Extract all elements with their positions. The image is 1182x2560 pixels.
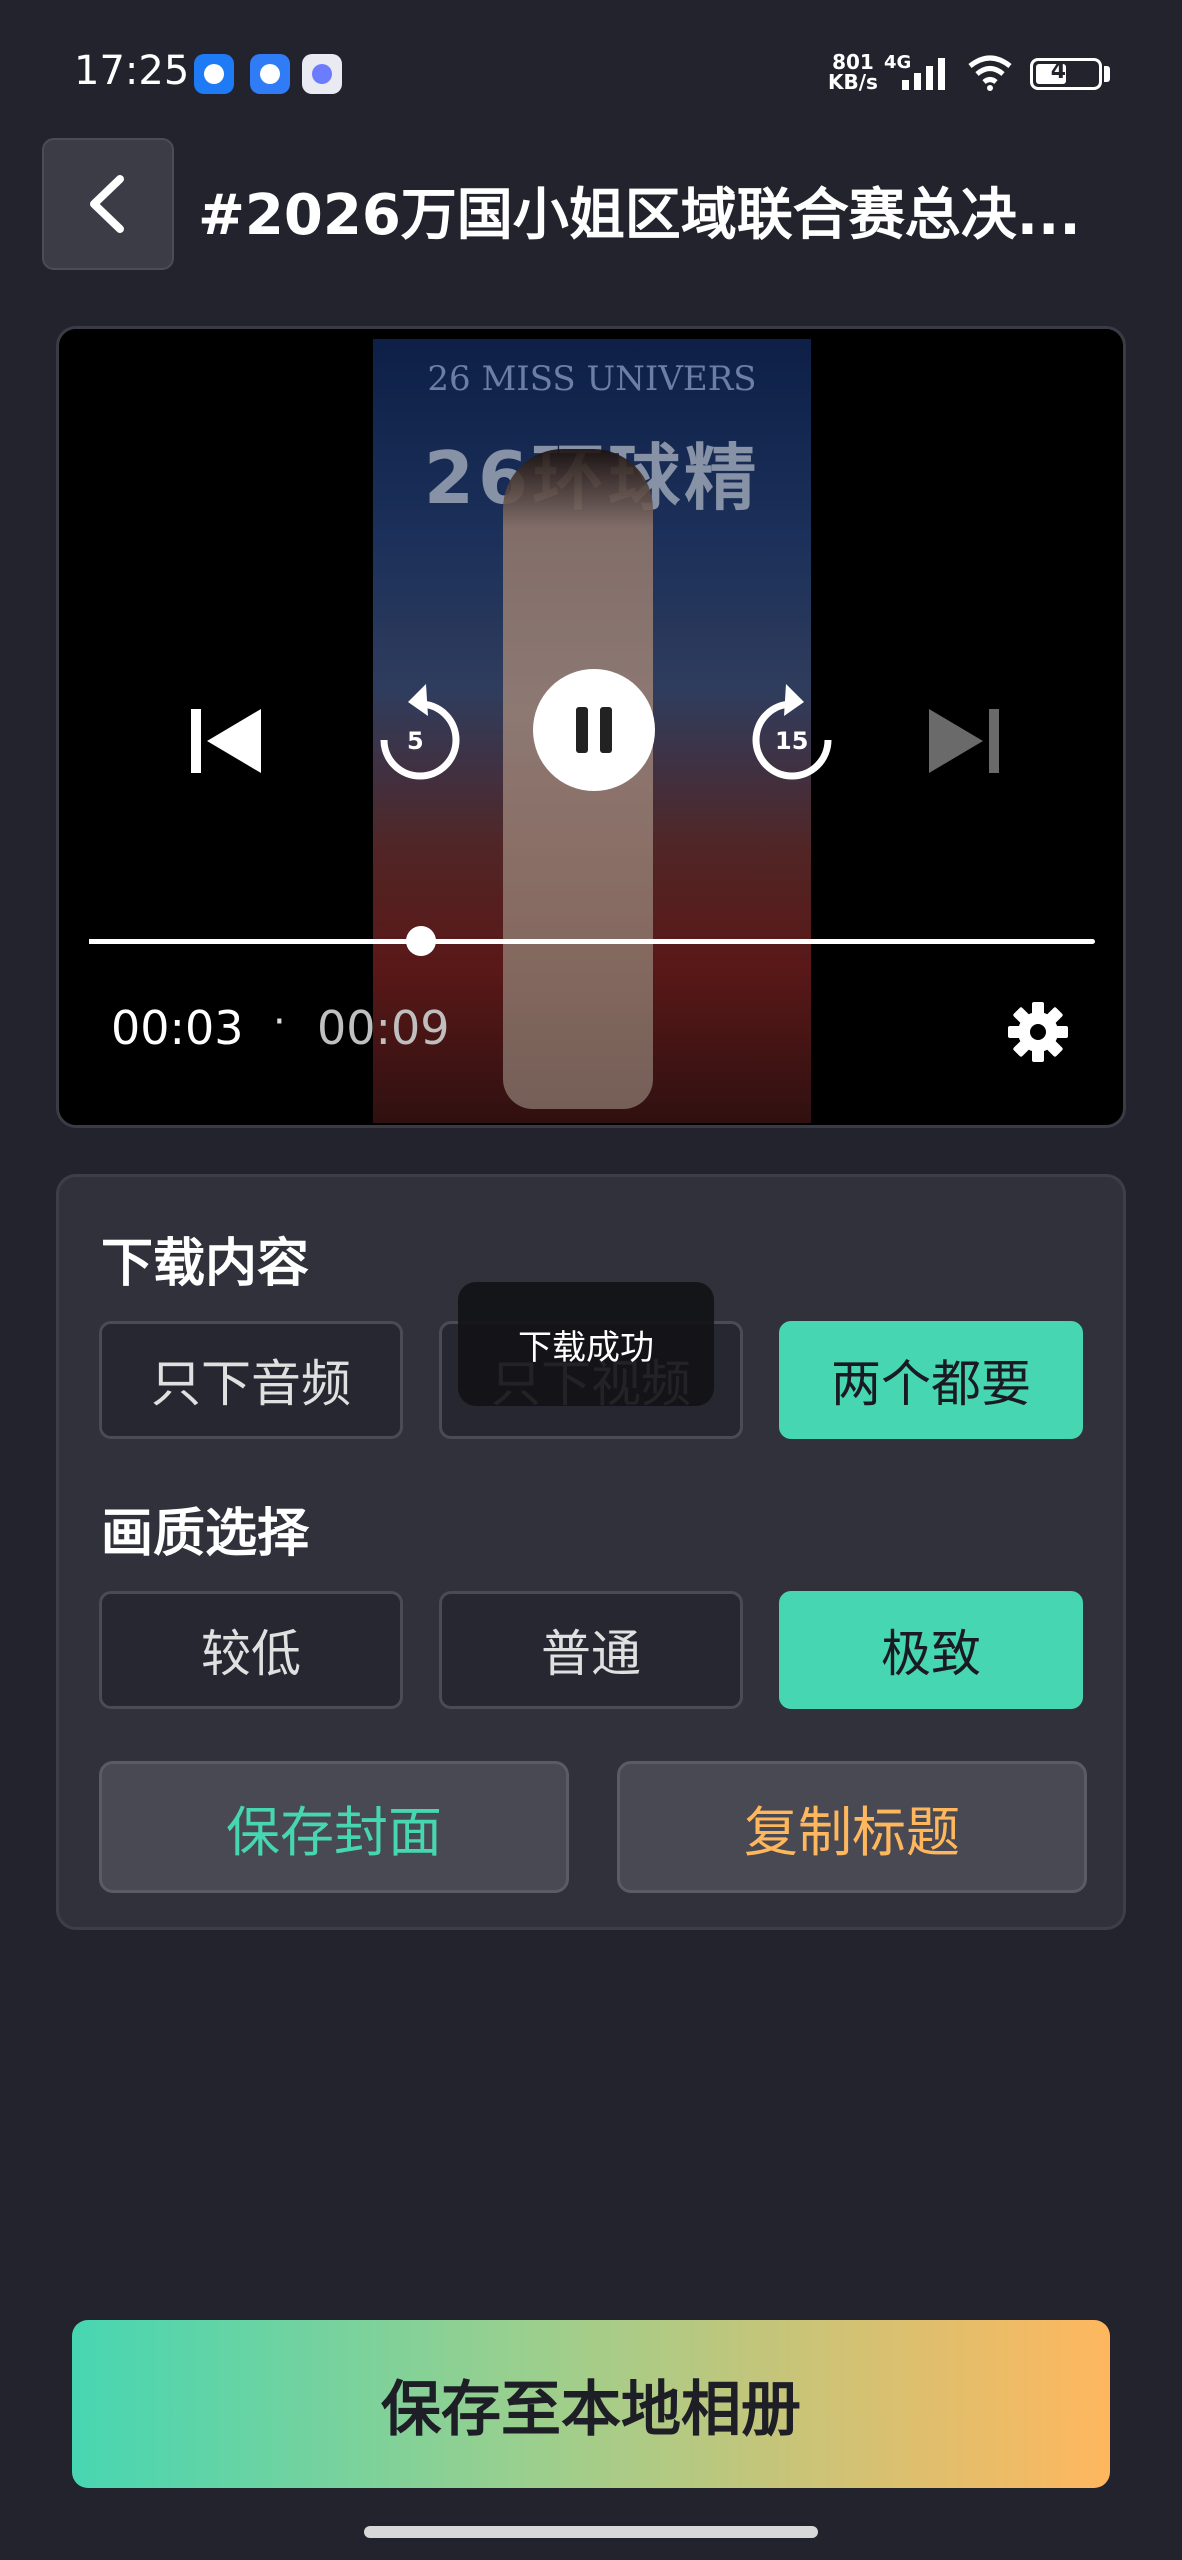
download-success-toast: 下载成功 xyxy=(458,1282,714,1406)
rewind-seconds: 5 xyxy=(407,727,424,755)
chevron-left-icon xyxy=(90,175,124,233)
game-icon xyxy=(302,54,342,94)
home-indicator[interactable] xyxy=(364,2526,818,2538)
download-content-label: 下载内容 xyxy=(101,1234,310,1294)
quality-label: 画质选择 xyxy=(101,1504,310,1564)
pause-button[interactable] xyxy=(533,669,655,791)
signal-icon xyxy=(902,58,945,90)
gear-icon xyxy=(1008,1002,1068,1062)
video-player[interactable]: 26 MISS UNIVERS 26环球精 5 15 xyxy=(56,326,1126,1128)
current-time: 00:03 xyxy=(111,1001,244,1055)
copy-title-button[interactable]: 复制标题 xyxy=(617,1761,1087,1893)
rewind-button[interactable]: 5 xyxy=(365,675,475,795)
seek-bar[interactable] xyxy=(89,926,1095,956)
qq-icon xyxy=(194,54,234,94)
battery-tip xyxy=(1104,66,1110,82)
skip-previous-icon xyxy=(191,709,261,773)
network-speed-unit: KB/s xyxy=(828,70,878,94)
pause-icon xyxy=(576,707,612,753)
audio-only-button[interactable]: 只下音频 xyxy=(99,1321,403,1439)
previous-button[interactable] xyxy=(177,693,273,789)
status-bar: 17:25 801 KB/s 4G 46 xyxy=(0,0,1182,150)
network-speed-value: 801 xyxy=(832,50,874,74)
quality-normal-button[interactable]: 普通 xyxy=(439,1591,743,1709)
both-button[interactable]: 两个都要 xyxy=(779,1321,1083,1439)
status-time: 17:25 xyxy=(74,48,190,94)
quality-low-button[interactable]: 较低 xyxy=(99,1591,403,1709)
wifi-icon xyxy=(968,55,1012,91)
seek-thumb[interactable] xyxy=(406,926,436,956)
next-button[interactable] xyxy=(917,693,1013,789)
settings-button[interactable] xyxy=(1003,997,1073,1067)
network-speed: 801 KB/s xyxy=(828,52,878,92)
forward-button[interactable]: 15 xyxy=(737,675,847,795)
battery-level: 46 xyxy=(1050,59,1082,84)
quality-ultra-button[interactable]: 极致 xyxy=(779,1591,1083,1709)
save-to-album-button[interactable]: 保存至本地相册 xyxy=(72,2320,1110,2488)
skip-next-icon xyxy=(929,709,999,773)
save-cover-button[interactable]: 保存封面 xyxy=(99,1761,569,1893)
seek-bar-progress xyxy=(89,939,421,944)
battery-icon: 46 xyxy=(1030,58,1102,90)
forward-seconds: 15 xyxy=(775,727,809,755)
page-title: #2026万国小姐区域联合赛总决... xyxy=(198,183,1081,248)
time-separator: · xyxy=(273,999,286,1045)
total-time: 00:09 xyxy=(317,1001,450,1055)
back-button[interactable] xyxy=(42,138,174,270)
browser-icon xyxy=(250,54,290,94)
